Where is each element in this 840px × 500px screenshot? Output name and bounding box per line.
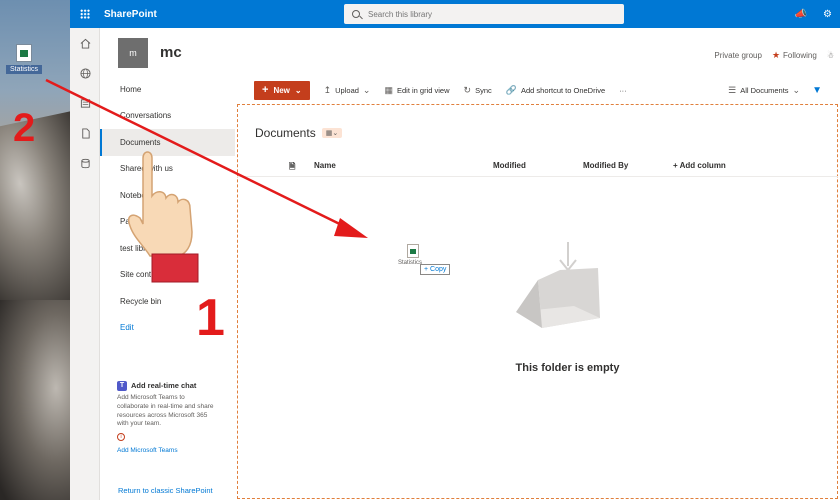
teams-promo: T Add real-time chat Add Microsoft Teams… <box>117 381 217 456</box>
sync-label: Sync <box>475 85 492 95</box>
search-box[interactable] <box>344 4 624 24</box>
empty-folder-illustration <box>516 242 600 328</box>
library-title-text: Documents <box>255 126 316 140</box>
sync-icon: ↻ <box>463 84 472 95</box>
edit-grid-view-button[interactable]: ▦ Edit in grid view <box>384 85 449 96</box>
desktop-rock <box>0 300 70 500</box>
home-icon[interactable] <box>70 28 100 58</box>
desktop-file-label: Statistics <box>6 65 42 74</box>
star-icon: ★ <box>771 50 781 60</box>
person-icon[interactable]: ☃ <box>827 51 834 60</box>
suite-right-actions: 📣 ⚙ <box>795 0 832 28</box>
follow-button[interactable]: ★ Following <box>772 50 817 61</box>
nav-item-documents[interactable]: Documents <box>100 129 235 156</box>
grid-icon: ▦ <box>384 84 393 95</box>
privacy-label: Private group <box>714 51 762 60</box>
add-shortcut-button[interactable]: 🔗 Add shortcut to OneDrive <box>506 85 605 96</box>
excel-file-icon <box>407 244 419 258</box>
info-icon[interactable]: i <box>117 433 125 442</box>
teams-icon: T <box>117 381 127 392</box>
step-1-label: 1 <box>196 289 225 347</box>
plus-icon: + <box>262 84 269 96</box>
command-bar: + New ⌄ ↥ Upload ⌄ ▦ Edit in grid view ↻… <box>235 76 840 104</box>
database-icon[interactable] <box>70 148 100 178</box>
classic-sharepoint-link[interactable]: Return to classic SharePoint <box>118 486 213 495</box>
add-column-button[interactable]: + Add column <box>673 161 726 170</box>
shortcut-icon: 🔗 <box>505 84 517 95</box>
desktop-background: Statistics <box>0 0 70 500</box>
teams-promo-title-text: Add real-time chat <box>131 381 197 390</box>
sync-button[interactable]: ↻ Sync <box>464 85 492 96</box>
view-label: All Documents <box>740 85 789 95</box>
more-commands-button[interactable]: ··· <box>619 86 627 95</box>
more-label: ··· <box>619 85 627 95</box>
chevron-down-icon: ⌄ <box>792 84 801 95</box>
suite-title[interactable]: SharePoint <box>104 9 157 20</box>
search-icon <box>352 10 360 18</box>
library-title: Documents ▦⌄ <box>255 126 343 140</box>
nav-item-pages[interactable]: Pages <box>100 209 235 236</box>
filter-icon[interactable]: ▼ <box>812 85 822 96</box>
dragged-file: Statistics <box>398 244 422 266</box>
waffle-icon <box>80 9 90 19</box>
view-controls: ☰ All Documents ⌄ ▼ <box>728 76 822 104</box>
site-logo[interactable]: m <box>118 38 148 68</box>
excel-file-icon <box>16 44 32 62</box>
nav-item-notebook[interactable]: Notebook <box>100 182 235 209</box>
file-type-icon[interactable]: 🗎 <box>289 161 295 175</box>
list-icon: ☰ <box>728 84 737 95</box>
column-modified-by[interactable]: Modified By <box>583 161 628 170</box>
column-name[interactable]: Name <box>314 161 336 170</box>
column-header-row: 🗎 Name Modified Modified By + Add column <box>237 155 838 177</box>
nav-item-site-contents[interactable]: Site contents <box>100 262 235 289</box>
step-2-label: 2 <box>13 106 36 150</box>
copy-badge: + Copy <box>420 264 451 275</box>
desktop-file-icon[interactable]: Statistics <box>6 44 42 74</box>
new-button-label: New <box>273 85 290 95</box>
chevron-down-icon: ⌄ <box>362 84 371 95</box>
column-modified[interactable]: Modified <box>493 161 526 170</box>
switch-view-button[interactable]: ▦⌄ <box>321 128 343 138</box>
globe-icon[interactable] <box>70 58 100 88</box>
upload-button[interactable]: ↥ Upload ⌄ <box>324 85 371 96</box>
empty-folder-message: This folder is empty <box>515 362 620 374</box>
gear-icon[interactable]: ⚙ <box>823 9 832 20</box>
site-title[interactable]: mc <box>160 44 182 61</box>
nav-item-shared-with-us[interactable]: Shared with us <box>100 156 235 183</box>
follow-label: Following <box>783 51 817 60</box>
app-rail <box>70 28 100 500</box>
add-shortcut-label: Add shortcut to OneDrive <box>520 85 606 95</box>
file-icon[interactable] <box>70 118 100 148</box>
nav-item-conversations[interactable]: Conversations <box>100 103 235 130</box>
search-input[interactable] <box>368 9 608 19</box>
news-icon[interactable] <box>70 88 100 118</box>
new-button[interactable]: + New ⌄ <box>254 80 310 100</box>
dragged-file-label: Statistics <box>398 260 423 266</box>
teams-promo-body: Add Microsoft Teams to collaborate in re… <box>117 394 214 428</box>
nav-item-test-library[interactable]: test library <box>100 235 235 262</box>
upload-label: Upload <box>335 85 359 95</box>
teams-promo-title: T Add real-time chat <box>117 381 217 392</box>
app-launcher-button[interactable] <box>70 0 100 28</box>
megaphone-icon[interactable]: 📣 <box>795 9 807 20</box>
upload-icon: ↥ <box>323 84 332 95</box>
site-header: m mc Private group ★ Following ☃ <box>100 28 840 76</box>
nav-item-home[interactable]: Home <box>100 76 235 103</box>
chevron-down-icon: ⌄ <box>294 85 302 95</box>
add-teams-link[interactable]: Add Microsoft Teams <box>117 447 217 456</box>
suite-bar: SharePoint 📣 ⚙ <box>70 0 840 28</box>
folder-front <box>516 280 542 328</box>
site-header-actions: Private group ★ Following ☃ <box>714 50 834 61</box>
view-selector[interactable]: ☰ All Documents ⌄ <box>728 85 800 96</box>
edit-grid-label: Edit in grid view <box>396 85 450 95</box>
